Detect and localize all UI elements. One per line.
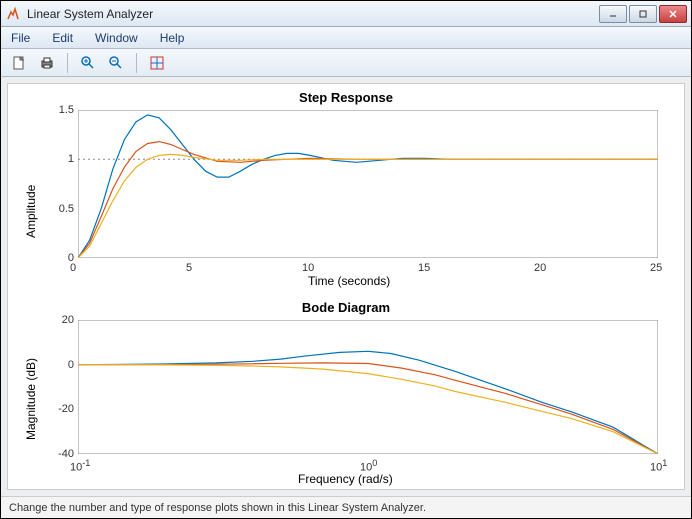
ytick: 0 <box>50 252 74 264</box>
chart1-title: Step Response <box>8 90 684 105</box>
new-icon[interactable] <box>9 53 29 73</box>
zoom-in-icon[interactable] <box>78 53 98 73</box>
matlab-icon <box>5 6 21 22</box>
bode-chart[interactable] <box>78 320 658 454</box>
minimize-button[interactable] <box>599 5 627 23</box>
ytick: 0 <box>50 359 74 371</box>
menu-window[interactable]: Window <box>95 31 138 45</box>
ytick: 0.5 <box>50 203 74 215</box>
close-button[interactable] <box>659 5 687 23</box>
status-text: Change the number and type of response p… <box>9 502 426 514</box>
toolbar-separator-2 <box>136 53 137 73</box>
toolbar <box>1 49 691 77</box>
zoom-out-icon[interactable] <box>106 53 126 73</box>
menu-edit[interactable]: Edit <box>52 31 73 45</box>
chart2-ylabel: Magnitude (dB) <box>24 358 38 440</box>
xtick: 10 <box>302 262 314 274</box>
window-buttons <box>599 5 687 23</box>
ytick: 1 <box>50 153 74 165</box>
window: Linear System Analyzer File Edit Window … <box>0 0 692 519</box>
maximize-button[interactable] <box>629 5 657 23</box>
xtick: 15 <box>418 262 430 274</box>
xtick: 25 <box>650 262 662 274</box>
xtick: 5 <box>186 262 192 274</box>
xtick: 10-1 <box>70 458 90 474</box>
chart2-title: Bode Diagram <box>8 300 684 315</box>
ytick: 1.5 <box>50 104 74 116</box>
ytick: -40 <box>50 448 74 460</box>
xtick: 20 <box>534 262 546 274</box>
print-icon[interactable] <box>37 53 57 73</box>
layout-icon[interactable] <box>147 53 167 73</box>
statusbar: Change the number and type of response p… <box>1 496 691 518</box>
menu-help[interactable]: Help <box>160 31 185 45</box>
menu-file[interactable]: File <box>11 31 30 45</box>
toolbar-separator <box>67 53 68 73</box>
ytick: -20 <box>50 403 74 415</box>
step-response-chart[interactable] <box>78 110 658 258</box>
titlebar: Linear System Analyzer <box>1 1 691 27</box>
xtick: 100 <box>360 458 377 474</box>
chart1-xlabel: Time (seconds) <box>308 274 390 288</box>
chart1-ylabel: Amplitude <box>24 185 38 238</box>
ytick: 20 <box>50 314 74 326</box>
window-title: Linear System Analyzer <box>27 7 599 21</box>
menubar: File Edit Window Help <box>1 27 691 49</box>
plot-canvas[interactable]: Step Response Amplitude Time (seconds) 0… <box>7 83 685 490</box>
plot-area: Step Response Amplitude Time (seconds) 0… <box>1 77 691 496</box>
xtick: 101 <box>650 458 667 474</box>
chart2-xlabel: Frequency (rad/s) <box>298 472 393 486</box>
